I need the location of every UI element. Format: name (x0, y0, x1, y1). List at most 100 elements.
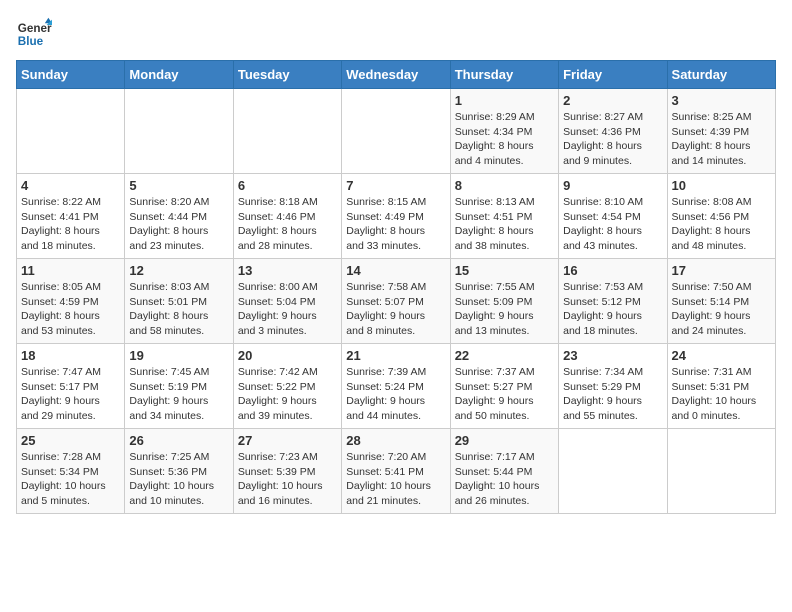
day-number: 14 (346, 263, 445, 278)
empty-cell (559, 429, 667, 514)
day-cell-14: 14 Sunrise: 7:58 AM Sunset: 5:07 PM Dayli… (342, 259, 450, 344)
weekday-header-row: SundayMondayTuesdayWednesdayThursdayFrid… (17, 61, 776, 89)
day-cell-12: 12 Sunrise: 8:03 AM Sunset: 5:01 PM Dayli… (125, 259, 233, 344)
day-info: Sunrise: 8:18 AM Sunset: 4:46 PM Dayligh… (238, 195, 337, 254)
day-info: Sunrise: 7:58 AM Sunset: 5:07 PM Dayligh… (346, 280, 445, 339)
day-number: 22 (455, 348, 554, 363)
day-info: Sunrise: 8:00 AM Sunset: 5:04 PM Dayligh… (238, 280, 337, 339)
day-number: 28 (346, 433, 445, 448)
empty-cell (342, 89, 450, 174)
day-number: 15 (455, 263, 554, 278)
day-info: Sunrise: 8:27 AM Sunset: 4:36 PM Dayligh… (563, 110, 662, 169)
day-cell-17: 17 Sunrise: 7:50 AM Sunset: 5:14 PM Dayli… (667, 259, 775, 344)
day-info: Sunrise: 8:29 AM Sunset: 4:34 PM Dayligh… (455, 110, 554, 169)
week-row-2: 4 Sunrise: 8:22 AM Sunset: 4:41 PM Daylig… (17, 174, 776, 259)
day-info: Sunrise: 7:55 AM Sunset: 5:09 PM Dayligh… (455, 280, 554, 339)
day-info: Sunrise: 8:15 AM Sunset: 4:49 PM Dayligh… (346, 195, 445, 254)
day-info: Sunrise: 7:34 AM Sunset: 5:29 PM Dayligh… (563, 365, 662, 424)
day-number: 4 (21, 178, 120, 193)
day-info: Sunrise: 8:03 AM Sunset: 5:01 PM Dayligh… (129, 280, 228, 339)
day-info: Sunrise: 7:25 AM Sunset: 5:36 PM Dayligh… (129, 450, 228, 509)
day-cell-7: 7 Sunrise: 8:15 AM Sunset: 4:49 PM Daylig… (342, 174, 450, 259)
day-number: 27 (238, 433, 337, 448)
empty-cell (125, 89, 233, 174)
day-info: Sunrise: 7:45 AM Sunset: 5:19 PM Dayligh… (129, 365, 228, 424)
day-cell-23: 23 Sunrise: 7:34 AM Sunset: 5:29 PM Dayli… (559, 344, 667, 429)
logo-icon: General Blue (16, 16, 52, 52)
week-row-5: 25 Sunrise: 7:28 AM Sunset: 5:34 PM Dayli… (17, 429, 776, 514)
day-number: 23 (563, 348, 662, 363)
day-info: Sunrise: 7:23 AM Sunset: 5:39 PM Dayligh… (238, 450, 337, 509)
day-number: 24 (672, 348, 771, 363)
day-cell-13: 13 Sunrise: 8:00 AM Sunset: 5:04 PM Dayli… (233, 259, 341, 344)
week-row-1: 1 Sunrise: 8:29 AM Sunset: 4:34 PM Daylig… (17, 89, 776, 174)
day-info: Sunrise: 7:37 AM Sunset: 5:27 PM Dayligh… (455, 365, 554, 424)
day-cell-1: 1 Sunrise: 8:29 AM Sunset: 4:34 PM Daylig… (450, 89, 558, 174)
day-number: 13 (238, 263, 337, 278)
day-number: 9 (563, 178, 662, 193)
day-number: 17 (672, 263, 771, 278)
day-number: 11 (21, 263, 120, 278)
weekday-header-friday: Friday (559, 61, 667, 89)
day-number: 20 (238, 348, 337, 363)
page-header: General Blue (16, 16, 776, 52)
day-cell-8: 8Sunrise: 8:13 AM Sunset: 4:51 PM Daylig… (450, 174, 558, 259)
day-cell-19: 19 Sunrise: 7:45 AM Sunset: 5:19 PM Dayli… (125, 344, 233, 429)
day-info: Sunrise: 7:39 AM Sunset: 5:24 PM Dayligh… (346, 365, 445, 424)
day-info: Sunrise: 8:25 AM Sunset: 4:39 PM Dayligh… (672, 110, 771, 169)
day-cell-27: 27 Sunrise: 7:23 AM Sunset: 5:39 PM Dayli… (233, 429, 341, 514)
day-number: 8 (455, 178, 554, 193)
weekday-header-sunday: Sunday (17, 61, 125, 89)
day-info: Sunrise: 7:20 AM Sunset: 5:41 PM Dayligh… (346, 450, 445, 509)
day-cell-26: 26 Sunrise: 7:25 AM Sunset: 5:36 PM Dayli… (125, 429, 233, 514)
day-number: 3 (672, 93, 771, 108)
day-cell-29: 29 Sunrise: 7:17 AM Sunset: 5:44 PM Dayli… (450, 429, 558, 514)
day-cell-24: 24Sunrise: 7:31 AM Sunset: 5:31 PM Dayli… (667, 344, 775, 429)
day-info: Sunrise: 8:05 AM Sunset: 4:59 PM Dayligh… (21, 280, 120, 339)
week-row-4: 18 Sunrise: 7:47 AM Sunset: 5:17 PM Dayli… (17, 344, 776, 429)
weekday-header-monday: Monday (125, 61, 233, 89)
day-cell-16: 16 Sunrise: 7:53 AM Sunset: 5:12 PM Dayli… (559, 259, 667, 344)
day-cell-9: 9 Sunrise: 8:10 AM Sunset: 4:54 PM Daylig… (559, 174, 667, 259)
day-number: 1 (455, 93, 554, 108)
day-cell-28: 28 Sunrise: 7:20 AM Sunset: 5:41 PM Dayli… (342, 429, 450, 514)
day-info: Sunrise: 8:08 AM Sunset: 4:56 PM Dayligh… (672, 195, 771, 254)
svg-text:Blue: Blue (18, 35, 44, 48)
day-cell-6: 6 Sunrise: 8:18 AM Sunset: 4:46 PM Daylig… (233, 174, 341, 259)
day-cell-25: 25 Sunrise: 7:28 AM Sunset: 5:34 PM Dayli… (17, 429, 125, 514)
svg-text:General: General (18, 22, 52, 35)
day-info: Sunrise: 7:28 AM Sunset: 5:34 PM Dayligh… (21, 450, 120, 509)
empty-cell (667, 429, 775, 514)
day-cell-15: 15 Sunrise: 7:55 AM Sunset: 5:09 PM Dayli… (450, 259, 558, 344)
day-number: 19 (129, 348, 228, 363)
calendar-table: SundayMondayTuesdayWednesdayThursdayFrid… (16, 60, 776, 514)
day-number: 6 (238, 178, 337, 193)
logo: General Blue (16, 16, 52, 52)
day-cell-20: 20 Sunrise: 7:42 AM Sunset: 5:22 PM Dayli… (233, 344, 341, 429)
day-info: Sunrise: 7:50 AM Sunset: 5:14 PM Dayligh… (672, 280, 771, 339)
day-cell-5: 5 Sunrise: 8:20 AM Sunset: 4:44 PM Daylig… (125, 174, 233, 259)
day-number: 12 (129, 263, 228, 278)
day-info: Sunrise: 8:10 AM Sunset: 4:54 PM Dayligh… (563, 195, 662, 254)
empty-cell (17, 89, 125, 174)
day-number: 2 (563, 93, 662, 108)
empty-cell (233, 89, 341, 174)
day-number: 16 (563, 263, 662, 278)
day-info: Sunrise: 7:53 AM Sunset: 5:12 PM Dayligh… (563, 280, 662, 339)
day-number: 10 (672, 178, 771, 193)
day-cell-21: 21Sunrise: 7:39 AM Sunset: 5:24 PM Dayli… (342, 344, 450, 429)
day-info: Sunrise: 8:22 AM Sunset: 4:41 PM Dayligh… (21, 195, 120, 254)
day-cell-18: 18 Sunrise: 7:47 AM Sunset: 5:17 PM Dayli… (17, 344, 125, 429)
day-cell-10: 10 Sunrise: 8:08 AM Sunset: 4:56 PM Dayli… (667, 174, 775, 259)
day-info: Sunrise: 7:17 AM Sunset: 5:44 PM Dayligh… (455, 450, 554, 509)
day-number: 29 (455, 433, 554, 448)
day-number: 26 (129, 433, 228, 448)
day-number: 18 (21, 348, 120, 363)
day-number: 7 (346, 178, 445, 193)
day-info: Sunrise: 7:42 AM Sunset: 5:22 PM Dayligh… (238, 365, 337, 424)
day-number: 25 (21, 433, 120, 448)
day-number: 5 (129, 178, 228, 193)
weekday-header-wednesday: Wednesday (342, 61, 450, 89)
day-info: Sunrise: 7:47 AM Sunset: 5:17 PM Dayligh… (21, 365, 120, 424)
day-info: Sunrise: 8:20 AM Sunset: 4:44 PM Dayligh… (129, 195, 228, 254)
